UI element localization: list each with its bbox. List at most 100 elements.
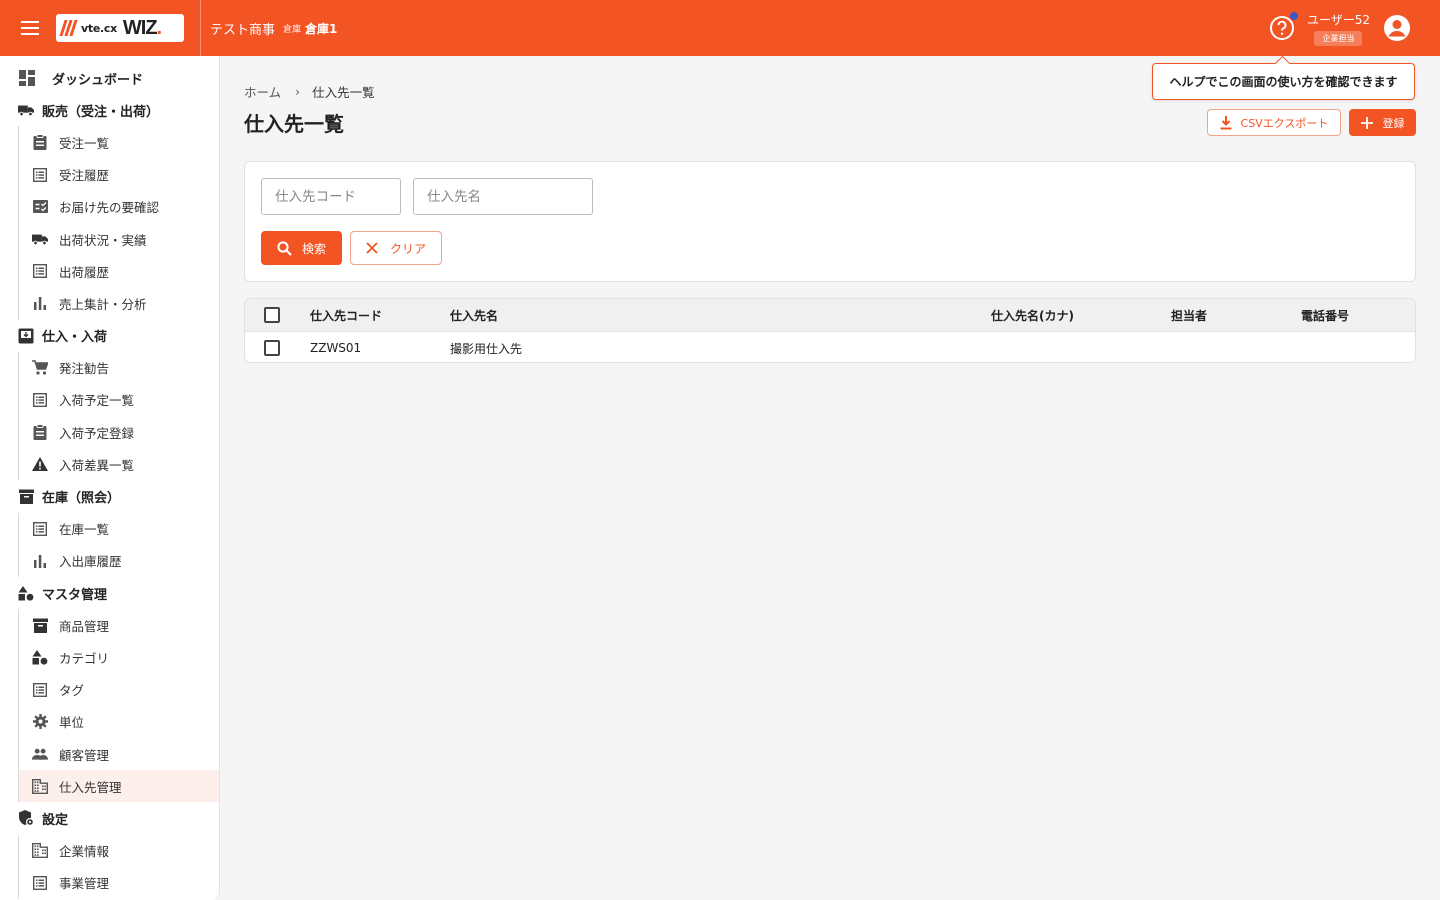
sidebar-item-label: 発注勧告 xyxy=(59,361,110,377)
sidebar-item-label: マスタ管理 xyxy=(42,587,108,603)
shield-gear-icon xyxy=(18,810,34,827)
page-title: 仕入先一覧 xyxy=(244,112,344,136)
sidebar-item-label: 仕入・入荷 xyxy=(42,330,108,346)
select-all-checkbox[interactable] xyxy=(264,307,280,323)
help-button[interactable] xyxy=(1269,11,1299,41)
sidebar-item-22[interactable]: 仕入先管理 xyxy=(18,770,219,803)
help-tooltip: ヘルプでこの画面の使い方を確認できます xyxy=(1152,63,1415,100)
column-header-code[interactable]: 仕入先コード xyxy=(310,307,382,324)
supplier-code-input[interactable] xyxy=(261,178,401,215)
sidebar-item-label: 顧客管理 xyxy=(59,747,110,763)
sidebar-item-label: ダッシュボード xyxy=(52,72,144,88)
help-notification-dot xyxy=(1288,11,1299,21)
column-header-name[interactable]: 仕入先名 xyxy=(450,307,498,324)
sidebar-item-label: 販売（受注・出荷） xyxy=(42,104,160,120)
sidebar-item-17[interactable]: 商品管理 xyxy=(18,609,219,642)
sidebar-nav: ダッシュボード 販売（受注・出荷） 受注一覧受注履歴お届け先の要確認 出荷状況・実績出… xyxy=(0,56,220,900)
sidebar-item-label: 受注履歴 xyxy=(59,168,110,184)
clear-button[interactable]: クリア xyxy=(350,231,442,265)
column-header-person[interactable]: 担当者 xyxy=(1171,307,1207,324)
sidebar-item-label: 入荷差異一覧 xyxy=(59,457,135,473)
app-header: vte.cx WIZ. テスト商事 倉庫 倉庫1 ユーザー52 企業担当 xyxy=(0,0,1440,56)
register-button[interactable]: 登録 xyxy=(1349,109,1416,136)
shapes-icon xyxy=(32,649,48,665)
logo-mark-icon xyxy=(59,20,78,36)
list-icon xyxy=(32,263,48,279)
sidebar-item-12[interactable]: 入荷差異一覧 xyxy=(18,448,219,481)
sidebar-item-0[interactable]: ダッシュボード xyxy=(0,62,219,94)
sidebar-item-2[interactable]: 受注一覧 xyxy=(18,126,219,159)
sidebar-item-label: 出荷状況・実績 xyxy=(59,232,147,248)
sidebar-item-label: 設定 xyxy=(42,812,69,828)
sidebar-item-24[interactable]: 企業情報 xyxy=(18,834,219,867)
company-name: テスト商事 xyxy=(210,22,276,38)
header-right-area: ユーザー52 企業担当 xyxy=(1269,0,1440,56)
sidebar-item-16[interactable]: マスタ管理 xyxy=(0,577,219,609)
hamburger-menu-button[interactable] xyxy=(0,0,60,56)
sidebar-item-11[interactable]: 入荷予定登録 xyxy=(18,416,219,449)
search-button[interactable]: 検索 xyxy=(261,231,342,265)
truck-icon xyxy=(32,231,48,247)
sidebar-item-15[interactable]: 入出庫履歴 xyxy=(18,544,219,577)
search-icon xyxy=(277,240,292,256)
cart-icon xyxy=(32,360,48,376)
sidebar-item-9[interactable]: 発注勧告 xyxy=(18,351,219,384)
bar-chart-icon xyxy=(32,553,48,569)
sidebar-item-14[interactable]: 在庫一覧 xyxy=(18,512,219,545)
sidebar-item-label: カテゴリ xyxy=(59,650,110,666)
sidebar-item-label: 仕入先管理 xyxy=(59,779,122,795)
csv-export-button[interactable]: CSVエクスポート xyxy=(1207,109,1341,136)
user-info[interactable]: ユーザー52 企業担当 xyxy=(1307,11,1370,46)
sidebar-item-label: 単位 xyxy=(59,715,85,731)
sidebar-item-label: 事業管理 xyxy=(59,876,110,892)
building-icon xyxy=(32,778,48,794)
sidebar-item-3[interactable]: 受注履歴 xyxy=(18,158,219,191)
sidebar-item-6[interactable]: 出荷履歴 xyxy=(18,255,219,288)
account-circle-icon xyxy=(1384,15,1410,41)
sidebar-item-19[interactable]: タグ xyxy=(18,673,219,706)
sidebar-item-1[interactable]: 販売（受注・出荷） xyxy=(0,94,219,126)
people-icon xyxy=(32,746,48,762)
sidebar-item-7[interactable]: 売上集計・分析 xyxy=(18,287,219,320)
csv-export-label: CSVエクスポート xyxy=(1240,116,1329,130)
sidebar-item-13[interactable]: 在庫（照会） xyxy=(0,480,219,512)
bar-chart-icon xyxy=(32,295,48,311)
sidebar-item-label: 在庫一覧 xyxy=(59,522,110,538)
sidebar-item-label: 在庫（照会） xyxy=(42,491,121,507)
account-avatar-button[interactable] xyxy=(1382,13,1412,43)
sidebar-item-21[interactable]: 顧客管理 xyxy=(18,737,219,771)
list-icon xyxy=(32,875,48,891)
sidebar-item-18[interactable]: カテゴリ xyxy=(18,641,219,674)
warehouse-name[interactable]: 倉庫1 xyxy=(305,20,337,37)
plus-icon xyxy=(1360,116,1373,129)
close-icon xyxy=(366,242,378,254)
breadcrumb: ホーム › 仕入先一覧 xyxy=(244,82,375,101)
column-header-kana[interactable]: 仕入先名(カナ) xyxy=(991,307,1074,324)
row-checkbox[interactable] xyxy=(264,340,280,356)
sidebar-item-25[interactable]: 事業管理 xyxy=(18,866,219,899)
sidebar-item-10[interactable]: 入荷予定一覧 xyxy=(18,383,219,417)
sidebar-item-4[interactable]: お届け先の要確認 xyxy=(18,190,219,223)
list-icon xyxy=(32,682,48,698)
sidebar-item-20[interactable]: 単位 xyxy=(18,705,219,738)
clear-button-label: クリア xyxy=(389,241,426,256)
sidebar-list: ダッシュボード 販売（受注・出荷） 受注一覧受注履歴お届け先の要確認 出荷状況・実績出… xyxy=(0,62,219,899)
supplier-name-input[interactable] xyxy=(413,178,593,215)
sidebar-item-23[interactable]: 設定 xyxy=(0,802,219,834)
sidebar-item-5[interactable]: 出荷状況・実績 xyxy=(18,222,219,256)
sidebar-item-label: 入荷予定登録 xyxy=(59,425,135,441)
sidebar-item-8[interactable]: 仕入・入荷 xyxy=(0,320,219,352)
app-logo[interactable]: vte.cx WIZ. xyxy=(56,14,184,42)
warehouse-label: 倉庫 xyxy=(283,24,302,35)
menu-icon xyxy=(21,21,39,35)
sidebar-item-label: 商品管理 xyxy=(59,618,110,634)
column-header-phone[interactable]: 電話番号 xyxy=(1301,307,1349,324)
table-row[interactable]: ZZWS01 撮影用仕入先 xyxy=(245,332,1415,362)
logo-vte-text: vte.cx xyxy=(81,21,117,35)
sidebar-item-label: 受注一覧 xyxy=(59,135,110,151)
breadcrumb-home-link[interactable]: ホーム xyxy=(244,82,281,101)
user-name: ユーザー52 xyxy=(1306,12,1370,27)
sidebar-item-label: お届け先の要確認 xyxy=(59,200,160,216)
supplier-table: 仕入先コード 仕入先名 仕入先名(カナ) 担当者 電話番号 ZZWS01 撮影用… xyxy=(244,298,1416,363)
search-panel: 検索 クリア xyxy=(244,161,1416,282)
